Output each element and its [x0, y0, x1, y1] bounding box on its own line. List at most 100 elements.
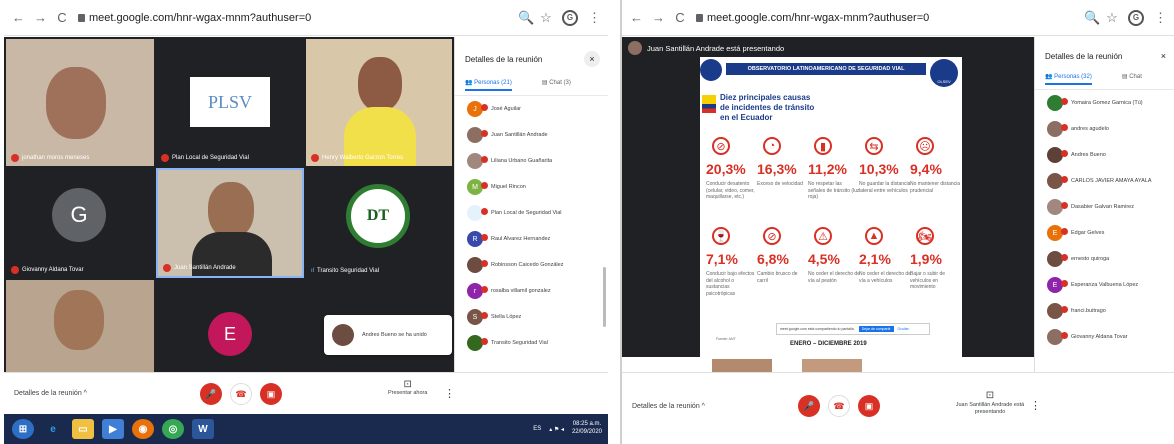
video-tile[interactable]: DT ıl Transito Seguridad Vial: [306, 168, 452, 278]
zoom-icon[interactable]: 🔍: [518, 10, 534, 26]
present-now-button[interactable]: ⊡ Presentar ahora: [388, 379, 427, 396]
more-options-icon[interactable]: ⋮: [444, 387, 455, 400]
video-tile[interactable]: Henry Walberto Garzon Torres: [306, 39, 452, 166]
tile-name: Plan Local de Seguridad Vial: [172, 155, 249, 161]
zoom-icon[interactable]: 🔍: [1084, 10, 1100, 26]
meeting-details-button[interactable]: Detalles de la reunión ^: [632, 403, 705, 410]
presenting-header: Juan Santillán Andrade está presentando: [628, 41, 784, 55]
participant-item[interactable]: E Esperanza Valbuena López: [1035, 272, 1174, 298]
presenter-status[interactable]: ⊡ Juan Santillán Andrade está presentando: [952, 389, 1028, 416]
participant-item[interactable]: S Stella López: [455, 304, 608, 330]
tab-people[interactable]: 👥 Personas (21): [465, 79, 512, 91]
tray-icons[interactable]: ▴ ⚑ ◂: [549, 426, 564, 433]
forward-icon[interactable]: →: [34, 10, 47, 25]
participant-name: Miguel Rincon: [491, 184, 526, 190]
back-icon[interactable]: ←: [12, 10, 25, 25]
close-icon[interactable]: ×: [584, 51, 600, 67]
word-icon[interactable]: W: [192, 419, 214, 439]
video-tile[interactable]: E: [156, 280, 304, 372]
video-tile[interactable]: jonathan moros meneses: [6, 39, 154, 166]
participant-item[interactable]: R Raul Alvarez Hernandez: [455, 226, 608, 252]
participant-item[interactable]: Transito Seguridad Vial: [455, 330, 608, 356]
reload-icon[interactable]: C: [56, 10, 68, 25]
media-icon[interactable]: ▶: [102, 419, 124, 439]
avatar: r: [467, 283, 488, 299]
participant-item[interactable]: Giovanny Aldana Tovar: [1035, 324, 1174, 350]
participant-item[interactable]: Dasabier Galvan Ramirez: [1035, 194, 1174, 220]
mic-toggle-button[interactable]: 🎤: [798, 395, 820, 417]
participant-item[interactable]: Robinsson Caicedo González: [455, 252, 608, 278]
observatory-logo: [700, 59, 722, 81]
explorer-icon[interactable]: ▭: [72, 419, 94, 439]
avatar: E: [1047, 277, 1068, 293]
avatar: [1047, 95, 1068, 111]
video-thumbnail[interactable]: [802, 359, 862, 372]
video-tile-active[interactable]: Juan Santillán Andrade: [156, 168, 304, 278]
reload-icon[interactable]: C: [674, 10, 686, 25]
video-thumbnail[interactable]: [712, 359, 772, 372]
language-indicator[interactable]: ES: [533, 426, 541, 432]
hangup-button[interactable]: ☎: [230, 383, 252, 405]
avatar: [1047, 147, 1068, 163]
cause-icon: ▮: [814, 137, 832, 155]
start-button[interactable]: ⊞: [12, 419, 34, 439]
participant-item[interactable]: Liliana Urbano Guañarita: [455, 148, 608, 174]
cause-percentage: 6,8%: [757, 251, 789, 267]
meeting-details-panel: Detalles de la reunión × 👥 Personas (32) ▤…: [1034, 37, 1174, 414]
participant-item[interactable]: Plan Local de Seguridad Vial: [455, 200, 608, 226]
participant-item[interactable]: Yomaira Gomez Garnica (Tú): [1035, 90, 1174, 116]
star-icon[interactable]: ☆: [540, 10, 552, 26]
tab-chat[interactable]: ▤ Chat: [1122, 73, 1142, 85]
video-tile[interactable]: G Giovanny Aldana Tovar: [6, 168, 154, 278]
address-bar[interactable]: meet.google.com/hnr-wgax-mnm?authuser=0: [78, 12, 508, 24]
scrollbar[interactable]: [603, 267, 606, 327]
participant-item[interactable]: ernesto quiroga: [1035, 246, 1174, 272]
meeting-details-button[interactable]: Detalles de la reunión ^: [14, 390, 87, 397]
participant-item[interactable]: E Edgar Gelves: [1035, 220, 1174, 246]
menu-icon[interactable]: ⋮: [588, 10, 601, 26]
olsev-logo: OLSEV: [930, 59, 958, 87]
clock[interactable]: 08:25 a.m. 22/09/2020: [572, 421, 602, 437]
tab-chat[interactable]: ▤ Chat (3): [542, 79, 571, 91]
participant-item[interactable]: franci.buitrago: [1035, 298, 1174, 324]
participant-item[interactable]: r rosalba villamil gonzalez: [455, 278, 608, 304]
participant-item[interactable]: Andres Bueno: [1035, 142, 1174, 168]
mic-off-icon: [163, 264, 171, 272]
video-tile[interactable]: PLSV Plan Local de Seguridad Vial: [156, 39, 304, 166]
video-tile[interactable]: [6, 280, 154, 372]
avatar: [467, 335, 488, 351]
cause-percentage: 11,2%: [808, 161, 847, 177]
mic-off-icon: [11, 266, 19, 274]
participant-item[interactable]: CARLOS JAVIER AMAYA AYALA: [1035, 168, 1174, 194]
back-icon[interactable]: ←: [630, 10, 643, 25]
forward-icon[interactable]: →: [652, 10, 665, 25]
stop-sharing-button[interactable]: Dejar de compartir: [858, 326, 894, 332]
dt-logo: DT: [346, 184, 410, 248]
hide-button[interactable]: Ocultar: [898, 327, 909, 331]
profile-icon[interactable]: G: [1128, 9, 1144, 26]
participant-face: [54, 290, 104, 350]
participant-item[interactable]: andres agudelo: [1035, 116, 1174, 142]
cause-percentage: 9,4%: [910, 161, 942, 177]
firefox-icon[interactable]: ◉: [132, 419, 154, 439]
present-now-label: Presentar ahora: [388, 390, 428, 396]
participant-item[interactable]: M Miguel Rincon: [455, 174, 608, 200]
participant-item[interactable]: Juan Santillán Andrade: [455, 122, 608, 148]
hangup-button[interactable]: ☎: [828, 395, 850, 417]
ie-icon[interactable]: e: [42, 419, 64, 439]
lock-icon: [78, 13, 85, 22]
tab-people[interactable]: 👥 Personas (32): [1045, 73, 1092, 85]
close-icon[interactable]: ×: [1161, 51, 1166, 61]
camera-toggle-button[interactable]: ▣: [260, 383, 282, 405]
more-options-icon[interactable]: ⋮: [1030, 399, 1041, 412]
camera-toggle-button[interactable]: ▣: [858, 395, 880, 417]
profile-icon[interactable]: G: [562, 9, 578, 26]
chrome-icon[interactable]: ◎: [162, 419, 184, 439]
address-bar[interactable]: meet.google.com/hnr-wgax-mnm?authuser=0: [696, 12, 1074, 24]
left-meet-window: ← → C meet.google.com/hnr-wgax-mnm?authu…: [4, 0, 608, 444]
star-icon[interactable]: ☆: [1106, 10, 1118, 26]
participant-item[interactable]: J José Aguilar: [455, 96, 608, 122]
mic-toggle-button[interactable]: 🎤: [200, 383, 222, 405]
presentation-stage: Juan Santillán Andrade está presentando …: [622, 37, 1036, 372]
menu-icon[interactable]: ⋮: [1154, 10, 1167, 26]
